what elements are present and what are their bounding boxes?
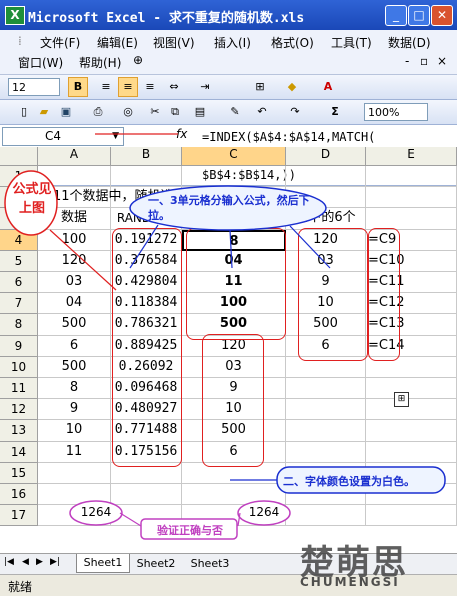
annotation-layer xyxy=(4,133,446,540)
annotation-arrow xyxy=(119,512,142,527)
prev-sheet-icon[interactable]: ◀ xyxy=(22,557,29,567)
autofill-options-icon[interactable]: ⊞ xyxy=(394,392,409,407)
next-sheet-icon[interactable]: ▶ xyxy=(36,557,43,567)
watermark-text: CHUMENGSI xyxy=(300,575,400,589)
annotation-arrow xyxy=(49,229,117,291)
status-text: 就绪 xyxy=(8,580,33,594)
last-sheet-icon[interactable]: ▶| xyxy=(50,557,60,567)
sheet-tab-2[interactable]: Sheet2 xyxy=(130,555,182,572)
verify-sum-right: 1264 xyxy=(248,505,280,519)
sheet-tab-1[interactable]: Sheet1 xyxy=(76,554,130,573)
chumengsi-watermark: 楚萌思 CHUMENGSI xyxy=(300,535,450,593)
sheet-tab-3[interactable]: Sheet3 xyxy=(184,555,236,572)
annotation-arrow xyxy=(229,229,233,269)
first-sheet-icon[interactable]: |◀ xyxy=(4,557,14,567)
callout-font-text: 二、字体颜色设置为白色。 xyxy=(283,475,415,488)
callout-top-text: 一、3单元格分输入公式，然后下拉。 xyxy=(148,194,310,222)
annotation-arrow xyxy=(129,224,159,269)
annotation-arrow xyxy=(289,225,331,269)
annotation-formula-see-above: 公式见上图 xyxy=(12,182,52,216)
verify-label: 验证正确与否 xyxy=(157,524,223,537)
verify-sum-left: 1264 xyxy=(80,505,112,519)
